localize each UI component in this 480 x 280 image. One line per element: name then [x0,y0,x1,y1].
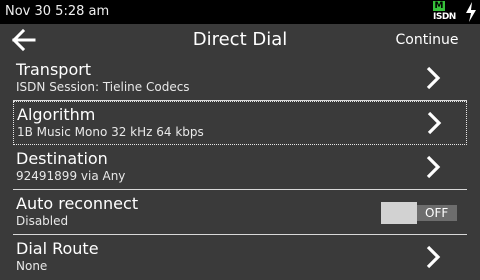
chevron-right-icon [427,111,442,135]
row-subtitle: 1B Music Mono 32 kHz 64 kbps [17,125,204,139]
status-bar: Nov 30 5:28 am M ISDN [0,0,480,24]
list-item-dial-route[interactable]: Dial Route None [13,236,467,280]
title-bar: Direct Dial Continue [0,24,480,57]
row-title: Destination [16,149,108,168]
auto-reconnect-toggle[interactable]: OFF [381,202,457,224]
bolt-icon [466,2,476,22]
back-arrow-icon[interactable] [8,26,40,54]
row-title: Algorithm [17,105,96,124]
isdn-mode-badge: M [433,1,445,11]
list-item-transport[interactable]: Transport ISDN Session: Tieline Codecs [13,57,467,101]
row-title: Transport [16,60,92,79]
isdn-label: ISDN [433,12,456,22]
row-subtitle: None [16,259,48,273]
list-item-destination[interactable]: Destination 92491899 via Any [13,146,467,190]
page-title: Direct Dial [192,29,288,50]
chevron-right-icon [426,245,441,269]
row-title: Dial Route [16,239,99,258]
list-item-auto-reconnect: Auto reconnect Disabled OFF [13,191,467,235]
toggle-knob [381,202,417,224]
row-title: Auto reconnect [16,194,139,213]
row-subtitle: 92491899 via Any [16,169,126,183]
isdn-status-icon: M ISDN [432,0,458,24]
row-subtitle: ISDN Session: Tieline Codecs [16,80,190,94]
status-time: Nov 30 5:28 am [5,4,110,19]
settings-list: Transport ISDN Session: Tieline Codecs A… [0,57,480,273]
list-item-algorithm[interactable]: Algorithm 1B Music Mono 32 kHz 64 kbps [13,101,467,145]
chevron-right-icon [426,155,441,179]
row-subtitle: Disabled [16,214,69,228]
continue-button[interactable]: Continue [388,32,466,49]
chevron-right-icon [426,66,441,90]
toggle-state-label: OFF [425,206,449,220]
